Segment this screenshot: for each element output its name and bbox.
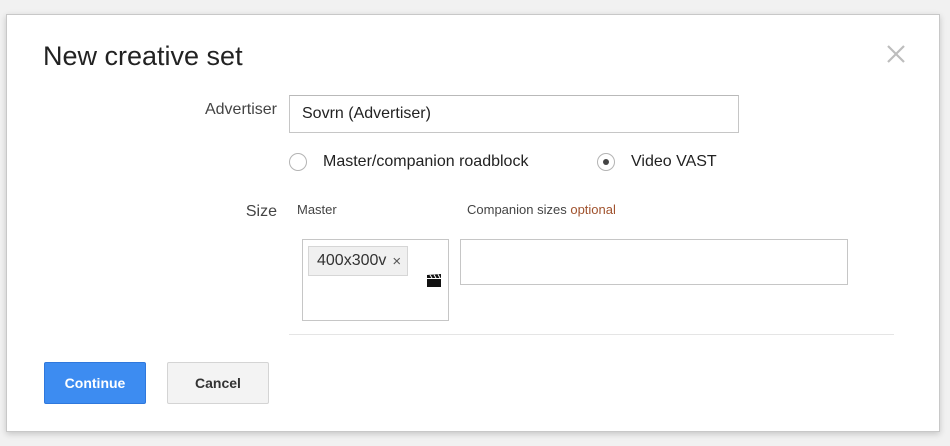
master-size-field[interactable]: 400x300v × — [302, 239, 449, 321]
master-label: Master — [297, 202, 337, 217]
radio-button-unselected[interactable] — [289, 153, 307, 171]
dialog-title: New creative set — [43, 41, 243, 71]
clapperboard-icon — [427, 274, 441, 287]
advertiser-label: Advertiser — [204, 101, 277, 118]
radio-master-companion-roadblock[interactable]: Master/companion roadblock — [289, 153, 528, 171]
optional-hint: optional — [570, 202, 616, 217]
companion-sizes-label: Companion sizes optional — [467, 202, 616, 217]
radio-button-selected[interactable] — [597, 153, 615, 171]
companion-sizes-text: Companion sizes — [467, 202, 567, 217]
divider — [289, 334, 894, 335]
size-chip: 400x300v × — [308, 246, 409, 276]
advertiser-input[interactable]: Sovrn (Advertiser) — [289, 95, 739, 133]
close-icon[interactable] — [883, 41, 909, 67]
radio-video-vast[interactable]: Video VAST — [597, 153, 717, 171]
radio-label-video-vast: Video VAST — [631, 153, 717, 170]
radio-label-roadblock: Master/companion roadblock — [323, 153, 529, 170]
remove-chip-icon[interactable]: × — [392, 253, 401, 270]
continue-button[interactable]: Continue — [44, 362, 146, 404]
new-creative-set-dialog: New creative set Advertiser Sovrn (Adver… — [6, 14, 940, 432]
size-chip-label: 400x300v — [317, 252, 387, 269]
size-label: Size — [245, 203, 277, 220]
cancel-button[interactable]: Cancel — [167, 362, 269, 404]
companion-sizes-input[interactable] — [460, 239, 848, 285]
